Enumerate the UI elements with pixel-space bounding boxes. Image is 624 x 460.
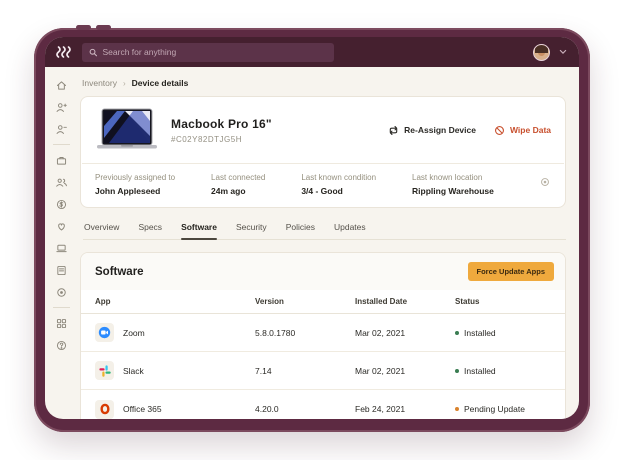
- laptop-icon[interactable]: [45, 237, 78, 259]
- app-installed-date: Mar 02, 2021: [355, 366, 455, 376]
- app-name: Office 365: [123, 404, 162, 414]
- volume-button: [96, 25, 111, 30]
- table-row-office365[interactable]: Office 365 4.20.0 Feb 24, 2021 Pending U…: [81, 390, 565, 419]
- chevron-down-icon[interactable]: [559, 49, 567, 55]
- sidebar-nav: [45, 67, 78, 419]
- app-name: Slack: [123, 366, 144, 376]
- breadcrumb: Inventory › Device details: [82, 78, 566, 88]
- office-icon: [95, 400, 114, 419]
- home-icon[interactable]: [45, 74, 78, 96]
- tab-policies[interactable]: Policies: [286, 219, 315, 239]
- breadcrumb-inventory-link[interactable]: Inventory: [82, 78, 117, 88]
- info-previously-assigned: Previously assigned to John Appleseed: [95, 173, 175, 196]
- device-serial: #C02Y82DTJG5H: [171, 135, 376, 144]
- reassign-device-button[interactable]: Re-Assign Device: [388, 125, 476, 136]
- tab-overview[interactable]: Overview: [84, 219, 119, 239]
- device-card: Macbook Pro 16" #C02Y82DTJG5H Re-Assign …: [80, 96, 566, 208]
- software-section-title: Software: [95, 266, 144, 278]
- app-installed-date: Feb 24, 2021: [355, 404, 455, 414]
- help-icon[interactable]: [45, 334, 78, 356]
- breadcrumb-separator: ›: [123, 79, 126, 88]
- app-version: 7.14: [255, 366, 355, 376]
- person-remove-icon[interactable]: [45, 118, 78, 140]
- app-screen: Inventory › Device details: [45, 37, 579, 419]
- wipe-icon: [494, 125, 505, 136]
- app-name: Zoom: [123, 328, 145, 338]
- wipe-data-button[interactable]: Wipe Data: [494, 125, 551, 136]
- dollar-icon[interactable]: [45, 193, 78, 215]
- search-icon: [89, 48, 97, 57]
- tab-specs[interactable]: Specs: [138, 219, 162, 239]
- sidebar-divider: [53, 307, 70, 308]
- heart-icon[interactable]: [45, 215, 78, 237]
- app-installed-date: Mar 02, 2021: [355, 328, 455, 338]
- breadcrumb-current: Device details: [132, 78, 189, 88]
- tab-security[interactable]: Security: [236, 219, 267, 239]
- device-tabs: Overview Specs Software Security Policie…: [83, 219, 566, 240]
- top-bar: [45, 37, 579, 67]
- people-icon[interactable]: [45, 171, 78, 193]
- search-input[interactable]: [102, 47, 327, 57]
- main-content: Inventory › Device details: [78, 67, 579, 419]
- rippling-logo-icon[interactable]: [55, 44, 73, 60]
- slack-icon: [95, 361, 114, 380]
- user-avatar[interactable]: [533, 44, 550, 61]
- info-last-connected: Last connected 24m ago: [211, 173, 265, 196]
- briefcase-icon[interactable]: [45, 149, 78, 171]
- sidebar-divider: [53, 144, 70, 145]
- software-table-header: App Version Installed Date Status: [81, 290, 565, 314]
- status-badge: Installed: [455, 366, 551, 376]
- status-badge: Installed: [455, 328, 551, 338]
- zoom-icon: [95, 323, 114, 342]
- target-icon[interactable]: [45, 281, 78, 303]
- document-icon[interactable]: [45, 259, 78, 281]
- volume-button: [76, 25, 91, 30]
- tab-updates[interactable]: Updates: [334, 219, 366, 239]
- tablet-frame: Inventory › Device details: [34, 28, 590, 432]
- table-row-slack[interactable]: Slack 7.14 Mar 02, 2021 Installed: [81, 352, 565, 390]
- reassign-icon: [388, 125, 399, 136]
- device-title: Macbook Pro 16": [171, 117, 376, 131]
- grid-icon[interactable]: [45, 312, 78, 334]
- device-thumbnail: [95, 106, 159, 154]
- status-badge: Pending Update: [455, 404, 551, 414]
- force-update-apps-button[interactable]: Force Update Apps: [468, 262, 554, 281]
- status-dot: [455, 407, 459, 411]
- status-dot: [455, 369, 459, 373]
- app-version: 4.20.0: [255, 404, 355, 414]
- search-bar[interactable]: [82, 43, 334, 62]
- table-row-zoom[interactable]: Zoom 5.8.0.1780 Mar 02, 2021 Installed: [81, 314, 565, 352]
- info-last-condition: Last known condition 3/4 - Good: [301, 173, 376, 196]
- info-last-location: Last known location Rippling Warehouse: [412, 173, 494, 196]
- status-dot: [455, 331, 459, 335]
- app-version: 5.8.0.1780: [255, 328, 355, 338]
- tab-software[interactable]: Software: [181, 219, 217, 239]
- software-card: Software Force Update Apps App Version I…: [80, 252, 566, 419]
- device-info-row: Previously assigned to John Appleseed La…: [81, 164, 565, 207]
- person-add-icon[interactable]: [45, 96, 78, 118]
- locate-device-icon[interactable]: [539, 175, 551, 193]
